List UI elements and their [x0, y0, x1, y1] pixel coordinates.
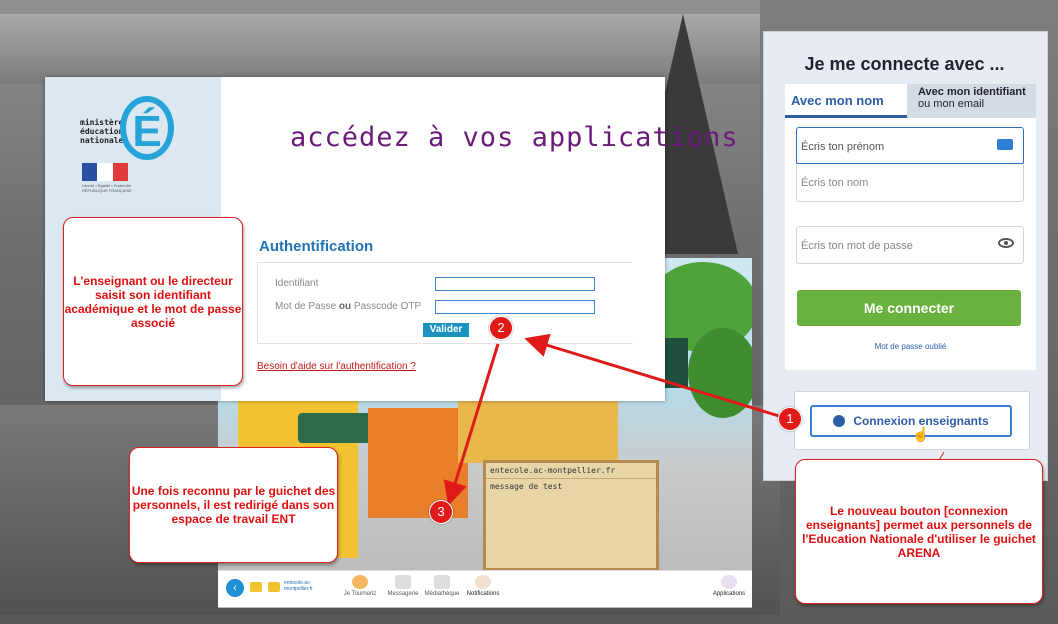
step-badge-1: 1	[778, 407, 802, 431]
callout-credentials: L'enseignant ou le directeur saisit son …	[63, 217, 243, 386]
step-badge-2: 2	[489, 316, 513, 340]
callout-new-button: Le nouveau bouton [connexion enseignants…	[795, 459, 1043, 604]
arrow-2-to-3	[443, 343, 500, 506]
arrow-1-to-2	[524, 333, 780, 418]
step-badge-3: 3	[429, 500, 453, 524]
callout-redirect: Une fois reconnu par le guichet des pers…	[129, 447, 338, 563]
